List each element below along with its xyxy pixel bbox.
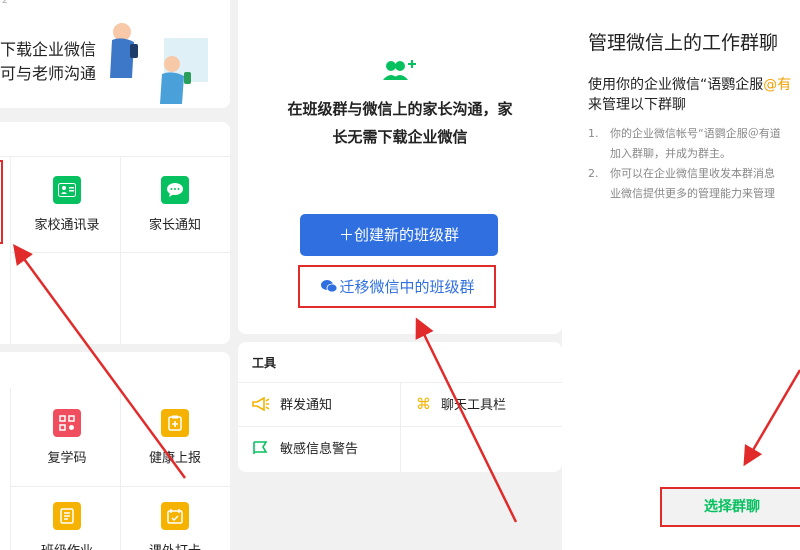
qrcode-icon <box>53 409 81 437</box>
highlight-box <box>660 487 800 527</box>
homework-icon <box>53 502 81 530</box>
flag-icon <box>253 440 268 454</box>
grid-item-parent-notice[interactable]: 家长通知 <box>130 176 220 233</box>
health-report-icon <box>161 409 189 437</box>
step-number: 2. <box>588 167 599 180</box>
grid-divider <box>10 486 230 487</box>
subtitle-text: 使用你的企业微信“语鹦企服 <box>588 77 764 93</box>
tool-label: 群发通知 <box>280 398 333 413</box>
tool-label: 敏感信息警告 <box>280 442 359 457</box>
tool-item-sensitive-warning[interactable]: 敏感信息警告 <box>252 438 358 457</box>
workbench-panel: 2 下载企业微信 可与老师沟通 家校通讯录 家长通知 复学码 健康上报 <box>0 0 232 550</box>
grid-divider <box>10 157 11 344</box>
grid-divider <box>120 157 121 344</box>
people-illustration <box>110 23 208 104</box>
tools-title: 工具 <box>252 356 277 370</box>
megaphone-icon <box>252 396 270 411</box>
grid-item-label: 课外打卡 <box>149 540 201 550</box>
grid-divider <box>120 388 121 550</box>
grid-item-contacts[interactable]: 家校通讯录 <box>22 176 112 233</box>
contacts-icon <box>53 176 81 204</box>
grid-divider <box>10 388 11 550</box>
subtitle-line2: 来管理以下群聊 <box>588 97 686 113</box>
banner-line1: 下载企业微信 <box>0 40 97 59</box>
tools-card: 工具 群发通知 ⌘ 聊天工具栏 敏感信息警告 <box>238 342 562 472</box>
grid-item-checkin[interactable]: 课外打卡 <box>130 502 220 550</box>
chat-bubble-icon <box>161 176 189 204</box>
command-icon: ⌘ <box>416 394 431 413</box>
grid-item-health-report[interactable]: 健康上报 <box>130 409 220 466</box>
grid-item-homework[interactable]: 班级作业 <box>22 502 112 550</box>
highlight-box <box>0 160 3 244</box>
grid-card-1 <box>0 122 230 344</box>
step-2: 2. 你可以在企业微信里收发本群消息 业微信提供更多的管理能力来管理 <box>588 164 775 204</box>
grid-divider <box>10 252 230 253</box>
banner-top-fragment: 2 <box>2 0 8 6</box>
subtitle-text-b: 有 <box>777 77 792 93</box>
step-text: 加入群聊，并成为群主。 <box>610 147 731 160</box>
step-1: 1. 你的企业微信帐号“语鹦企服＠有道 加入群聊，并成为群主。 <box>588 124 781 164</box>
grid-item-label: 健康上报 <box>148 451 201 466</box>
tool-label: 聊天工具栏 <box>441 398 507 413</box>
banner-line2: 可与老师沟通 <box>0 64 97 83</box>
intro-line2: 长无需下载企业微信 <box>332 128 468 146</box>
tool-item-broadcast[interactable]: 群发通知 <box>252 394 332 413</box>
intro-line1: 在班级群与微信上的家长沟通，家 <box>287 100 513 118</box>
tool-item-chat-toolbar[interactable]: ⌘ 聊天工具栏 <box>416 394 507 414</box>
download-banner[interactable]: 2 下载企业微信 可与老师沟通 <box>0 0 230 108</box>
highlight-box <box>298 265 496 308</box>
add-group-icon <box>383 60 416 80</box>
grid-item-resume-code[interactable]: 复学码 <box>22 409 112 466</box>
grid-divider <box>0 156 230 157</box>
page-title: 管理微信上的工作群聊 <box>588 32 779 54</box>
grid-item-label: 复学码 <box>47 451 87 466</box>
step-number: 1. <box>588 127 599 140</box>
subtitle-at: @ <box>763 77 778 93</box>
create-class-group-button[interactable]: ＋创建新的班级群 <box>300 214 498 256</box>
tools-divider <box>238 426 562 427</box>
class-group-panel: 在班级群与微信上的家长沟通，家 长无需下载企业微信 ＋创建新的班级群 迁移微信中… <box>232 0 562 550</box>
manage-groups-panel: 管理微信上的工作群聊 使用你的企业微信“语鹦企服@有 来管理以下群聊 1. 你的企… <box>562 0 800 550</box>
subtitle-line1: 使用你的企业微信“语鹦企服@有 <box>588 74 791 94</box>
grid-item-label: 班级作业 <box>41 540 93 550</box>
grid-item-label: 家校通讯录 <box>34 218 100 233</box>
step-text: 业微信提供更多的管理能力来管理 <box>610 187 775 200</box>
tools-divider <box>400 382 401 472</box>
grid-item-label: 家长通知 <box>148 218 201 233</box>
step-text: 你的企业微信帐号“语鹦企服＠有道 <box>610 127 781 140</box>
step-text: 你可以在企业微信里收发本群消息 <box>610 167 775 180</box>
checkin-icon <box>161 502 189 530</box>
